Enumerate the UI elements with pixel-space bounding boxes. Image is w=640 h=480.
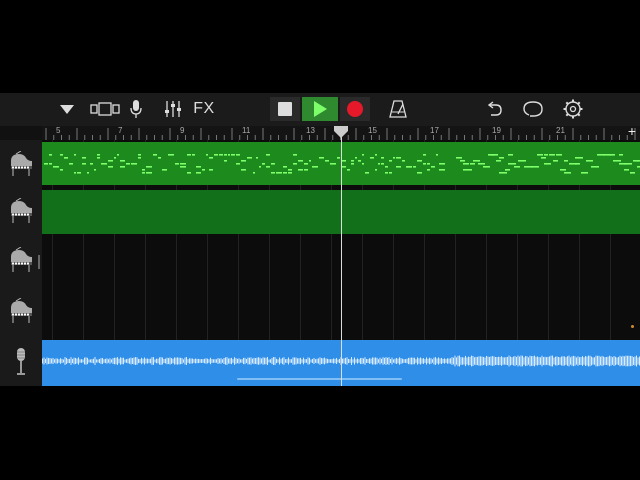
mixer-button[interactable] [160, 97, 186, 121]
grand-piano-icon [11, 298, 32, 323]
browser-dropdown-button[interactable] [54, 97, 80, 121]
ruler-bar-number: 7 [118, 126, 123, 135]
fx-button[interactable]: FX [190, 97, 218, 121]
play-icon [314, 101, 327, 117]
microphone-icon [130, 100, 142, 118]
grand-piano-icon [11, 247, 32, 272]
playhead-handle[interactable] [334, 126, 348, 138]
ruler-bar-number: 21 [556, 126, 565, 135]
mixer-icon [165, 101, 181, 117]
microphone-button[interactable] [126, 97, 146, 121]
ruler-bar-number: 13 [306, 126, 315, 135]
browser-dropdown-icon [60, 105, 74, 114]
track-header-piano-4[interactable] [0, 285, 42, 337]
stop-button[interactable] [270, 97, 300, 121]
scroll-indicator[interactable] [237, 378, 402, 380]
ruler-bar-number: 5 [56, 126, 61, 135]
grand-piano-icon [11, 198, 32, 223]
control-bar: FX [0, 93, 640, 126]
track-view-button[interactable] [88, 97, 122, 121]
settings-icon [563, 99, 583, 119]
undo-button[interactable] [482, 97, 506, 121]
microphone-icon [17, 347, 25, 375]
marker-dot [631, 325, 634, 328]
record-button[interactable] [340, 97, 370, 121]
add-section-button[interactable]: + [628, 123, 636, 139]
play-button[interactable] [302, 97, 338, 121]
undo-icon [487, 101, 502, 116]
track-header-piano-2[interactable] [0, 187, 42, 235]
resize-handle[interactable] [38, 255, 40, 269]
track-header-piano-1[interactable] [0, 140, 42, 187]
loop-icon [523, 101, 543, 117]
ruler-bar-number: 15 [368, 126, 377, 135]
track-headers [0, 140, 43, 386]
ruler-bar-number: 19 [492, 126, 501, 135]
playhead-line[interactable] [341, 126, 342, 386]
ruler-bar-number: 17 [430, 126, 439, 135]
loop-button[interactable] [520, 97, 546, 121]
garageband-tracks-view: FX 5 7 9 11 13 15 17 19 21 + [0, 93, 640, 386]
ruler-bar-number: 11 [242, 126, 251, 135]
track-header-piano-3[interactable] [0, 235, 42, 285]
metronome-button[interactable] [386, 97, 410, 121]
grand-piano-icon [11, 150, 32, 176]
track-header-audio[interactable] [0, 337, 42, 386]
stop-icon [278, 102, 292, 116]
track-view-icon [90, 102, 120, 116]
record-icon [347, 101, 363, 117]
settings-button[interactable] [560, 97, 586, 121]
ruler-bar-number: 9 [180, 126, 185, 135]
metronome-icon [389, 100, 407, 118]
